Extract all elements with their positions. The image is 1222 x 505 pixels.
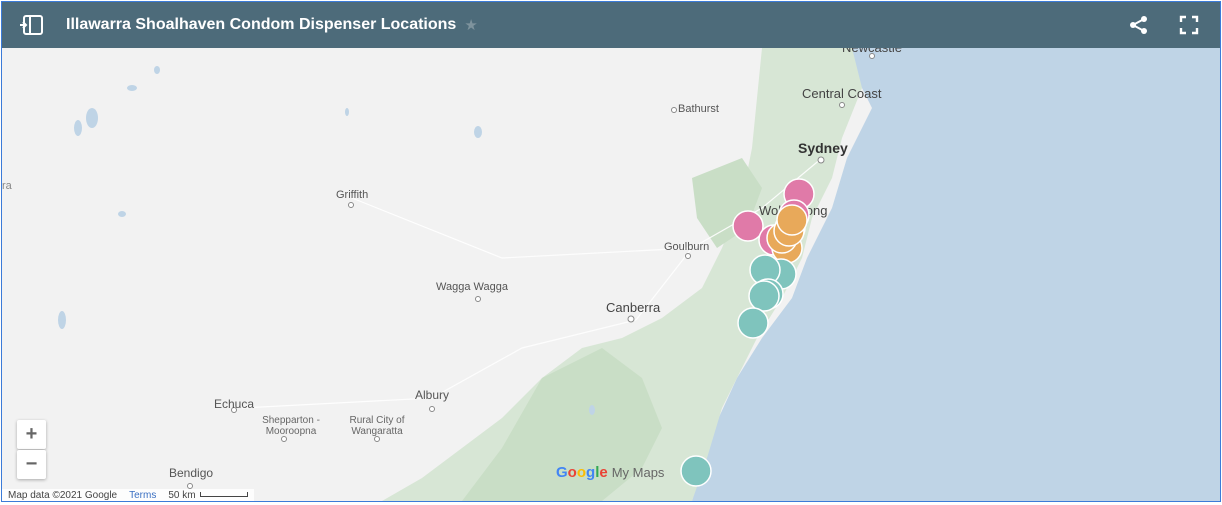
zoom-in-button[interactable]: + <box>17 420 46 449</box>
google-my-maps-logo: G o o g l e My Maps <box>556 464 665 481</box>
location-marker[interactable] <box>737 307 769 339</box>
map-attribution: Map data ©2021 Google Terms 50 km <box>2 489 254 501</box>
zoom-out-button[interactable]: − <box>17 450 46 479</box>
location-marker[interactable] <box>680 455 712 487</box>
scale-indicator[interactable]: 50 km <box>168 490 248 501</box>
map-canvas[interactable]: Newcastle Central Coast Bathurst Sydney … <box>2 40 1220 501</box>
map-data-credit: Map data ©2021 Google <box>8 489 118 501</box>
terms-link[interactable]: Terms <box>129 490 156 501</box>
location-marker[interactable] <box>732 210 764 242</box>
fullscreen-icon <box>1179 15 1199 35</box>
marker-layer <box>680 178 815 487</box>
location-marker[interactable] <box>776 204 808 236</box>
panel-icon <box>20 15 43 35</box>
map-title: Illawarra Shoalhaven Condom Dispenser Lo… <box>66 16 457 33</box>
map-frame: Illawarra Shoalhaven Condom Dispenser Lo… <box>1 1 1221 502</box>
fullscreen-button[interactable] <box>1178 14 1200 36</box>
scale-bar <box>199 492 248 498</box>
star-icon[interactable]: ★ <box>464 16 477 34</box>
map-header: Illawarra Shoalhaven Condom Dispenser Lo… <box>2 2 1220 48</box>
share-icon <box>1130 16 1147 34</box>
location-marker[interactable] <box>748 280 780 312</box>
toggle-legend-button[interactable] <box>20 14 44 36</box>
share-button[interactable] <box>1128 14 1150 36</box>
